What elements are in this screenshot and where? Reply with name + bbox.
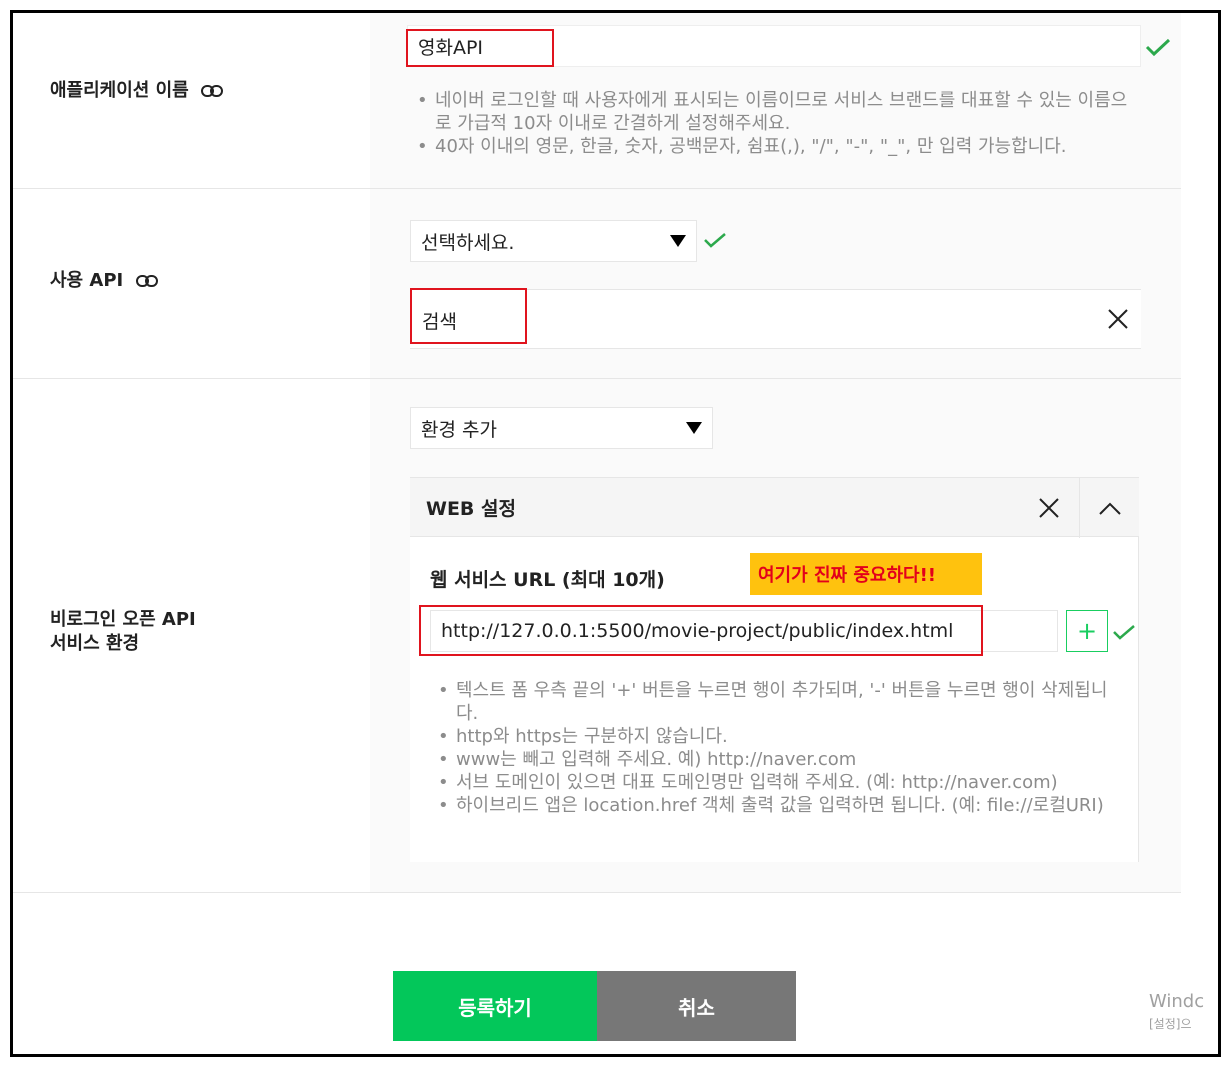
api-label: 사용 API: [50, 269, 158, 293]
annotation-badge: 여기가 진짜 중요하다!!: [750, 553, 982, 595]
api-select[interactable]: 선택하세요.: [410, 220, 697, 262]
web-url-help: 텍스트 폼 우측 끝의 '+' 버튼을 누르면 행이 추가되며, '-' 버튼을…: [438, 679, 1108, 817]
web-settings-title: WEB 설정: [426, 498, 516, 520]
app-name-help: 네이버 로그인할 때 사용자에게 표시되는 이름이므로 서비스 브랜드를 대표할…: [417, 89, 1137, 158]
link-icon: [135, 275, 158, 287]
chevron-up-icon[interactable]: [1098, 500, 1122, 516]
check-icon: [704, 233, 726, 248]
web-settings-panel: WEB 설정 웹 서비스 URL (최대 10개) 여기가 진짜 중요하다!! …: [410, 477, 1139, 862]
check-icon: [1145, 38, 1171, 57]
cancel-button[interactable]: 취소: [597, 971, 796, 1041]
check-icon: [1113, 625, 1135, 640]
web-url-title: 웹 서비스 URL (최대 10개): [430, 569, 665, 591]
add-url-button[interactable]: +: [1066, 610, 1108, 652]
highlight-selected-api: [410, 288, 527, 344]
form-frame: 애플리케이션 이름 영화API 네이버 로그인할 때 사용자에게 표시되는 이름…: [10, 10, 1221, 1057]
windows-watermark-line1: Windc: [1149, 991, 1205, 1012]
highlight-app-name: [406, 29, 554, 67]
link-icon: [201, 85, 224, 97]
app-name-label: 애플리케이션 이름: [50, 79, 224, 103]
dropdown-arrow-icon: [686, 422, 702, 434]
web-settings-header: WEB 설정: [410, 477, 1139, 538]
register-button[interactable]: 등록하기: [393, 971, 597, 1041]
row-api: [13, 189, 1181, 379]
service-env-label: 비로그인 오픈 API 서비스 환경: [50, 609, 196, 654]
close-icon[interactable]: [1038, 497, 1060, 519]
close-icon[interactable]: [1107, 308, 1129, 330]
env-select[interactable]: 환경 추가: [410, 407, 713, 449]
highlight-web-url: [419, 605, 983, 656]
dropdown-arrow-icon: [670, 235, 686, 247]
windows-watermark-line2: [설정]으: [1149, 1017, 1192, 1031]
